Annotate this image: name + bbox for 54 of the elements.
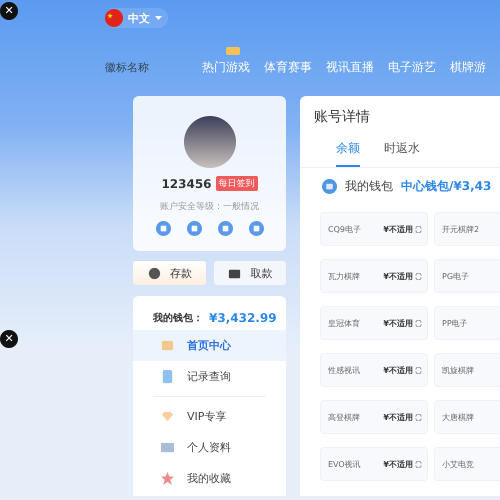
star-icon xyxy=(160,471,175,486)
document-icon xyxy=(160,369,175,384)
withdraw-button[interactable]: 取款 xyxy=(214,261,286,285)
refresh-icon[interactable] xyxy=(415,366,422,374)
avatar-placeholder xyxy=(184,116,236,168)
game-balance: ¥不适用 xyxy=(383,364,413,376)
close-button[interactable]: ✕ xyxy=(0,2,18,20)
refresh-icon[interactable] xyxy=(415,226,422,232)
wallet-label: 我的钱包： xyxy=(153,312,203,324)
game-name: CQ9电子 xyxy=(328,224,361,234)
wallet-amount: ¥3,432.99 xyxy=(209,310,277,324)
tab[interactable]: 时返水 xyxy=(384,140,420,167)
coin-icon xyxy=(146,266,162,280)
refresh-icon[interactable] xyxy=(415,460,422,468)
flag-icon xyxy=(105,9,123,27)
game-balance: ¥不适用 xyxy=(383,458,413,470)
game-name: PG电子 xyxy=(442,270,470,282)
refresh-icon[interactable] xyxy=(415,272,422,280)
game-balance: ¥不适用 xyxy=(383,318,413,328)
game-name: EVO视讯 xyxy=(328,458,361,470)
game-name: 小艾电竞 xyxy=(442,458,474,470)
game-name: 凯旋棋牌 xyxy=(442,364,474,376)
panel-title: 账号详情 xyxy=(313,108,371,126)
hot-badge-icon xyxy=(226,46,240,54)
caret-icon xyxy=(155,16,162,20)
wallet-icon xyxy=(322,179,337,194)
logo-alt-text: 徽标名称 xyxy=(105,60,150,74)
game-name: 开元棋牌2 xyxy=(442,224,480,234)
security-level-text: 账户安全等级：一般情况 xyxy=(160,200,259,213)
username: 123456 xyxy=(161,176,212,190)
refresh-icon[interactable] xyxy=(415,320,422,326)
menu-item[interactable]: 记录查询 xyxy=(133,361,286,392)
game-name: 瓦力棋牌 xyxy=(328,270,360,282)
folder-icon xyxy=(160,338,175,353)
refresh-icon[interactable] xyxy=(415,414,422,420)
game-balance: ¥不适用 xyxy=(383,412,413,422)
game-balance: ¥不适用 xyxy=(383,270,413,282)
game-name: PP电子 xyxy=(442,318,468,328)
wallet-value: 中心钱包/¥3,43 xyxy=(401,178,492,195)
menu-item[interactable]: VIP专享 xyxy=(133,401,286,432)
tab[interactable]: 余额 xyxy=(336,140,360,167)
game-name: 性感视讯 xyxy=(328,364,360,376)
game-balance: ¥不适用 xyxy=(383,224,413,234)
close-button[interactable]: ✕ xyxy=(0,330,18,348)
menu-item[interactable]: 个人资料 xyxy=(133,432,286,463)
game-name: 大唐棋牌 xyxy=(442,412,474,422)
deposit-button[interactable]: 存款 xyxy=(133,261,206,285)
diamond-icon xyxy=(160,409,175,424)
game-name: 皇冠体育 xyxy=(328,318,360,328)
wallet-label: 我的钱包 xyxy=(345,178,393,195)
game-name: 高登棋牌 xyxy=(328,412,360,422)
menu-item[interactable]: 首页中心 xyxy=(133,330,286,361)
id-card-icon xyxy=(160,440,175,455)
menu-item[interactable]: 我的收藏 xyxy=(133,463,286,494)
